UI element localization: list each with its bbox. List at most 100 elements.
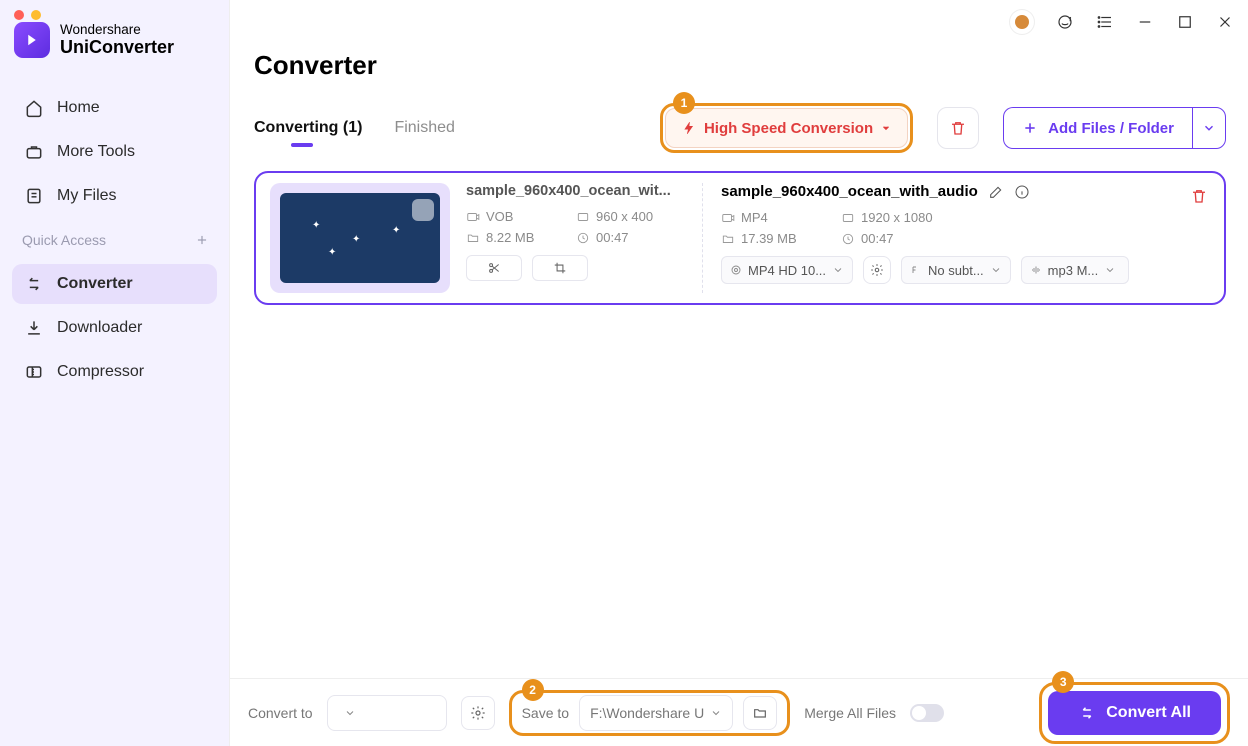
- callout-1-frame: 1 High Speed Conversion: [660, 103, 913, 153]
- scissors-icon: [487, 261, 501, 275]
- src-format: VOB: [466, 209, 576, 224]
- add-files-group: Add Files / Folder: [1003, 107, 1226, 149]
- support-icon[interactable]: [1056, 13, 1074, 31]
- logo-mark-icon: [14, 22, 50, 58]
- trash-icon: [949, 119, 967, 137]
- sidebar-item-compressor[interactable]: Compressor: [12, 352, 217, 392]
- subtitle-select[interactable]: No subt...: [901, 256, 1011, 284]
- caret-down-icon: [344, 707, 356, 719]
- remove-file-button[interactable]: [1190, 187, 1208, 210]
- caret-down-icon: [832, 264, 844, 276]
- main-panel: Converter Converting (1) Finished 1 High…: [230, 0, 1248, 746]
- src-duration: 00:47: [576, 230, 686, 245]
- quick-access-header: Quick Access: [0, 216, 229, 254]
- caret-down-icon: [710, 707, 722, 719]
- target-filename: sample_960x400_ocean_with_audio: [721, 183, 978, 200]
- clear-list-button[interactable]: [937, 107, 979, 149]
- download-icon: [24, 318, 44, 338]
- dst-size: 17.39 MB: [721, 231, 841, 246]
- preset-settings-button[interactable]: [863, 256, 891, 284]
- add-files-dropdown[interactable]: [1192, 107, 1226, 149]
- tab-finished[interactable]: Finished: [394, 119, 454, 137]
- target-column: sample_960x400_ocean_with_audio MP4 1920…: [702, 183, 1210, 293]
- callout-badge-2: 2: [522, 679, 544, 701]
- app-logo: Wondershare UniConverter: [0, 22, 229, 78]
- add-files-button[interactable]: Add Files / Folder: [1003, 107, 1192, 149]
- user-avatar[interactable]: [1010, 10, 1034, 34]
- brand-line2: UniConverter: [60, 38, 174, 57]
- plus-icon: [1022, 120, 1038, 136]
- high-speed-label: High Speed Conversion: [704, 120, 873, 137]
- preset-select[interactable]: MP4 HD 10...: [721, 256, 853, 284]
- gear-icon: [870, 263, 884, 277]
- save-to-select[interactable]: F:\Wondershare U: [579, 695, 733, 731]
- toolbar: Converting (1) Finished 1 High Speed Con…: [254, 103, 1226, 153]
- callout-2-frame: 2 Save to F:\Wondershare U: [509, 690, 791, 736]
- audio-select[interactable]: mp3 M...: [1021, 256, 1129, 284]
- sidebar-item-label: Converter: [57, 275, 133, 293]
- close-dot-icon[interactable]: [14, 10, 24, 20]
- dst-duration: 00:47: [841, 231, 981, 246]
- sidebar-item-downloader[interactable]: Downloader: [12, 308, 217, 348]
- sidebar-item-label: Downloader: [57, 319, 142, 337]
- file-card: ✦ ✦ ✦ ✦ sample_960x400_ocean_wit... VOB …: [254, 171, 1226, 305]
- dst-format: MP4: [721, 210, 841, 225]
- converter-icon: [24, 274, 44, 294]
- caret-down-icon: [881, 123, 891, 133]
- edit-name-icon[interactable]: [988, 184, 1004, 200]
- sidebar-item-more-tools[interactable]: More Tools: [12, 132, 217, 172]
- sidebar-item-my-files[interactable]: My Files: [12, 176, 217, 216]
- compressor-icon: [24, 362, 44, 382]
- convert-to-select[interactable]: [327, 695, 447, 731]
- sidebar-item-label: More Tools: [57, 143, 135, 161]
- files-icon: [24, 186, 44, 206]
- save-to-label: Save to: [522, 705, 569, 721]
- info-icon[interactable]: [1014, 184, 1030, 200]
- subtitle-icon: [910, 264, 922, 276]
- window-traffic-lights[interactable]: [14, 10, 41, 20]
- sidebar-item-converter[interactable]: Converter: [12, 264, 217, 304]
- folder-icon: [752, 705, 768, 721]
- convert-icon: [1078, 704, 1096, 722]
- high-speed-conversion-button[interactable]: High Speed Conversion: [665, 108, 908, 148]
- brand-line1: Wondershare: [60, 23, 174, 37]
- callout-badge-1: 1: [673, 92, 695, 114]
- thumbnail-wrap: ✦ ✦ ✦ ✦: [270, 183, 450, 293]
- merge-toggle[interactable]: [910, 704, 944, 722]
- crop-icon: [553, 261, 567, 275]
- source-filename: sample_960x400_ocean_wit...: [466, 183, 686, 199]
- tab-converting[interactable]: Converting (1): [254, 119, 362, 137]
- plus-icon[interactable]: [195, 233, 209, 247]
- minimize-dot-icon[interactable]: [31, 10, 41, 20]
- convert-all-button[interactable]: Convert All: [1048, 691, 1221, 735]
- open-folder-button[interactable]: [743, 696, 777, 730]
- convert-settings-button[interactable]: [461, 696, 495, 730]
- sidebar-item-label: My Files: [57, 187, 117, 205]
- sidebar-item-label: Compressor: [57, 363, 144, 381]
- maximize-icon[interactable]: [1176, 13, 1194, 31]
- header-icons: [1010, 10, 1234, 34]
- trim-button[interactable]: [466, 255, 522, 281]
- sidebar-item-home[interactable]: Home: [12, 88, 217, 128]
- audio-wave-icon: [1030, 264, 1042, 276]
- trash-icon: [1190, 187, 1208, 205]
- video-thumbnail[interactable]: ✦ ✦ ✦ ✦: [280, 193, 440, 283]
- chevron-down-icon: [1202, 121, 1216, 135]
- src-resolution: 960 x 400: [576, 209, 686, 224]
- gear-icon: [470, 705, 486, 721]
- crop-button[interactable]: [532, 255, 588, 281]
- merge-label: Merge All Files: [804, 705, 896, 721]
- close-icon[interactable]: [1216, 13, 1234, 31]
- minimize-icon[interactable]: [1136, 13, 1154, 31]
- caret-down-icon: [1104, 264, 1116, 276]
- convert-all-label: Convert All: [1106, 704, 1191, 722]
- page-title: Converter: [254, 50, 1226, 81]
- menu-list-icon[interactable]: [1096, 13, 1114, 31]
- add-files-label: Add Files / Folder: [1048, 120, 1174, 137]
- dst-resolution: 1920 x 1080: [841, 210, 981, 225]
- sidebar: Wondershare UniConverter Home More Tools…: [0, 0, 230, 746]
- sidebar-item-label: Home: [57, 99, 100, 117]
- caret-down-icon: [990, 264, 1002, 276]
- quick-access-label: Quick Access: [22, 232, 106, 248]
- target-icon: [730, 264, 742, 276]
